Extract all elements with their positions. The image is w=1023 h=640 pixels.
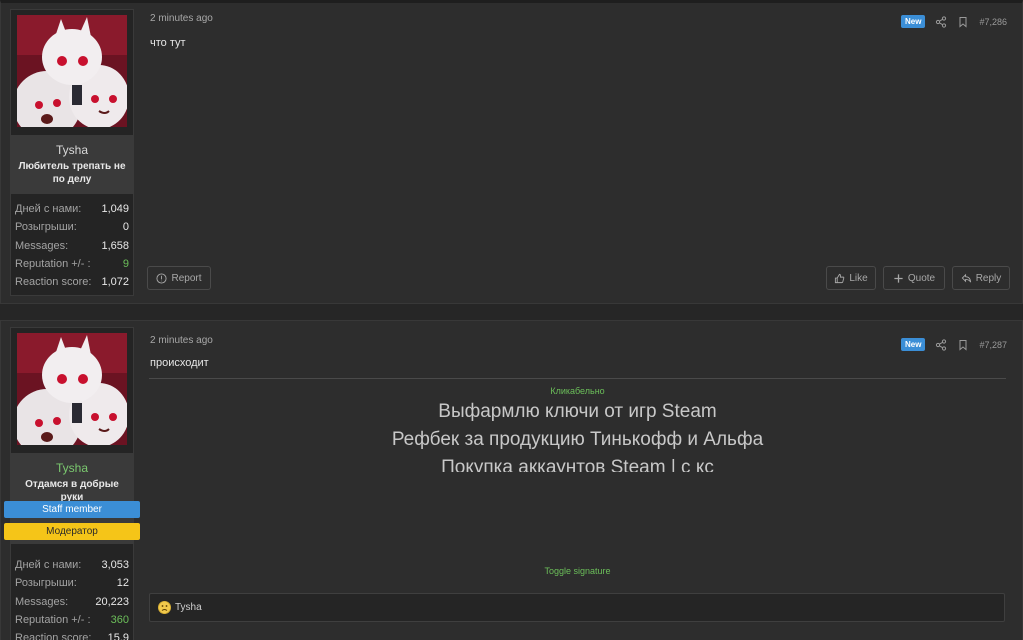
user-cell: Tysha Отдамся в добрые руки Дней с нами:… [10, 327, 134, 640]
post-number[interactable]: #7,286 [979, 17, 1007, 27]
quote-button[interactable]: Quote [883, 266, 945, 290]
stat-row: Reputation +/- : 9 [15, 255, 129, 273]
stat-value: 1,049 [101, 203, 129, 215]
stat-value: 360 [110, 613, 129, 626]
share-icon[interactable] [935, 338, 947, 351]
stat-value: 20,223 [95, 595, 129, 608]
post-7287: Tysha Отдамся в добрые руки Дней с нами:… [0, 320, 1023, 640]
new-badge: New [901, 338, 926, 351]
post-meta-actions: New #7,286 [901, 15, 1007, 28]
stat-row: Розыгрыши: 0 [15, 218, 129, 236]
username[interactable]: Tysha [15, 461, 129, 475]
stat-value: 15,9 [107, 632, 129, 640]
stat-label: Reaction score: [15, 632, 92, 640]
stat-value: 1,072 [101, 276, 129, 289]
user-cell: Tysha Любитель трепать не по делу Дней с… [10, 9, 134, 297]
stat-row: Дней с нами: 1,049 [15, 200, 129, 218]
stat-value: 9 [122, 257, 129, 270]
signature-header-link[interactable]: Кликабельно [149, 386, 1006, 396]
like-button[interactable]: Like [826, 266, 876, 290]
user-avatar[interactable] [17, 333, 127, 445]
like-label: Like [849, 272, 868, 284]
signature-line[interactable]: Рефбек за продукцию Тинькофф и Альфа [149, 426, 1006, 454]
user-stats: Дней с нами: 1,049 Розыгрыши: 0 Messages: 1… [11, 194, 133, 295]
stat-row: Reaction score: 15,9 [15, 629, 129, 640]
stat-row: Reaction score: 1,072 [15, 273, 129, 291]
user-stats: Дней с нами: 3,053 Розыгрыши: 12 Messages:… [11, 544, 133, 640]
stat-label: Reaction score: [15, 276, 92, 289]
reply-label: Reply [975, 272, 1002, 284]
reply-button[interactable]: Reply [952, 266, 1010, 290]
stat-label: Reputation +/- : [15, 257, 91, 270]
post-meta-actions: New #7,287 [901, 338, 1007, 351]
stat-label: Дней с нами: [15, 203, 82, 215]
signature-content: Выфармлю ключи от игр Steam Рефбек за пр… [149, 398, 1006, 472]
reply-icon [961, 273, 971, 282]
stat-label: Дней с нами: [15, 559, 82, 571]
report-label: Report [171, 272, 202, 284]
moderator-badge: Модератор [4, 523, 140, 540]
stat-value: 3,053 [101, 559, 129, 571]
post-7286: Tysha Любитель трепать не по делу Дней с… [0, 0, 1023, 304]
stat-row: Reputation +/- : 360 [15, 611, 129, 629]
user-header: Tysha Любитель трепать не по делу [11, 135, 133, 194]
quote-label: Quote [907, 272, 936, 284]
post-time[interactable]: 2 minutes ago [150, 13, 213, 24]
share-icon[interactable] [935, 15, 947, 28]
signature-line[interactable]: Покупка аккаунтов Steam | с кс [149, 454, 1006, 472]
user-title: Любитель трепать не по делу [18, 161, 126, 185]
post-time[interactable]: 2 minutes ago [150, 335, 213, 346]
user-avatar[interactable] [17, 15, 127, 127]
bookmark-icon[interactable] [957, 16, 969, 28]
stat-row: Дней с нами: 3,053 [15, 556, 129, 574]
stat-value: 12 [116, 577, 129, 590]
thumbs-up-icon [835, 273, 845, 283]
bookmark-icon[interactable] [957, 339, 969, 351]
signature-divider [149, 378, 1006, 379]
stat-label: Messages: [15, 239, 69, 252]
reactions-bar[interactable]: Tysha [149, 593, 1005, 622]
toggle-signature-link[interactable]: Toggle signature [149, 566, 1006, 576]
post-number[interactable]: #7,287 [979, 340, 1007, 350]
plus-icon [894, 273, 903, 283]
post-body: что тут [150, 37, 186, 49]
signature-line[interactable]: Выфармлю ключи от игр Steam [149, 398, 1006, 426]
reaction-user[interactable]: Tysha [175, 602, 202, 613]
sad-face-icon [158, 601, 171, 614]
report-icon [156, 272, 168, 284]
stat-value: 0 [122, 221, 129, 234]
staff-member-badge[interactable]: Staff member [4, 501, 140, 518]
stat-label: Розыгрыши: [15, 577, 77, 590]
stat-label: Розыгрыши: [15, 221, 77, 234]
stat-row: Messages: 1,658 [15, 237, 129, 255]
stat-row: Messages: 20,223 [15, 593, 129, 611]
stat-label: Messages: [15, 595, 69, 608]
stat-value: 1,658 [101, 239, 129, 252]
report-button[interactable]: Report [147, 266, 211, 290]
stat-row: Розыгрыши: 12 [15, 574, 129, 592]
username[interactable]: Tysha [15, 143, 129, 157]
stat-label: Reputation +/- : [15, 613, 91, 626]
new-badge: New [901, 15, 926, 28]
post-body: происходит [150, 357, 209, 369]
